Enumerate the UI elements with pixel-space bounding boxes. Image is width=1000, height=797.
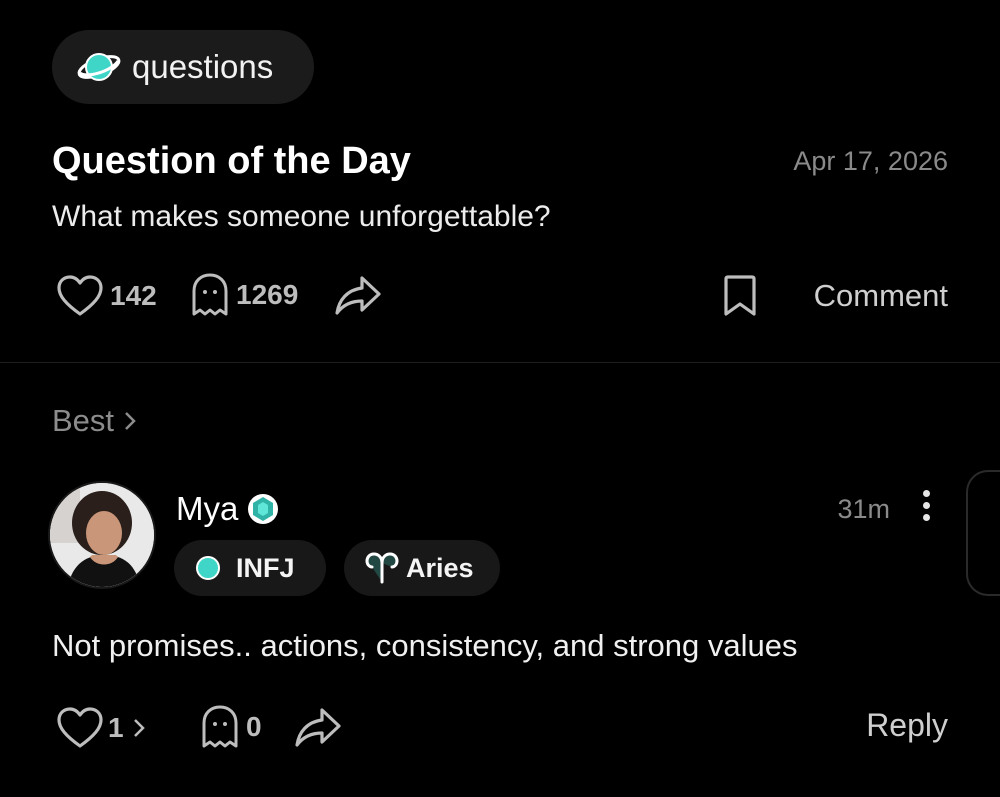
question-like-count: 142 xyxy=(110,280,157,311)
comment-ghost-count: 0 xyxy=(246,711,262,742)
question-ghost-count: 1269 xyxy=(236,279,299,310)
bookmark-button[interactable] xyxy=(720,274,760,323)
sort-best-button[interactable]: Best xyxy=(52,403,136,439)
share-icon xyxy=(295,708,341,747)
comment-like-button[interactable]: 1 xyxy=(56,706,146,750)
edge-panel-handle[interactable] xyxy=(966,470,1000,596)
zodiac-tag[interactable]: Aries xyxy=(344,540,500,596)
avatar-photo xyxy=(50,483,154,587)
question-text: What makes someone unforgettable? xyxy=(52,200,551,233)
question-date: Apr 17, 2026 xyxy=(793,146,948,176)
topic-chip-label: questions xyxy=(132,48,274,85)
comment-share-button[interactable] xyxy=(294,706,342,748)
more-dot xyxy=(922,502,930,509)
post-screen: questions Question of the Day Apr 17, 20… xyxy=(0,0,1000,797)
username-text: Mya xyxy=(176,490,239,527)
heart-icon xyxy=(57,707,103,748)
section-divider xyxy=(0,362,1000,363)
topic-chip[interactable]: questions xyxy=(52,30,314,104)
reply-button[interactable]: Reply xyxy=(866,707,948,744)
question-title: Question of the Day xyxy=(52,140,411,182)
mbti-tag[interactable]: INFJ xyxy=(174,540,326,596)
comment-time: 31m xyxy=(837,494,890,524)
aries-icon xyxy=(365,552,399,584)
planet-icon xyxy=(77,53,121,81)
chevron-right-icon xyxy=(125,412,136,430)
avatar[interactable] xyxy=(50,483,154,587)
bookmark-icon xyxy=(724,275,756,316)
heart-icon xyxy=(57,275,103,316)
ghost-icon xyxy=(202,705,238,748)
mbti-label: INFJ xyxy=(236,552,295,583)
comment-author[interactable]: Mya xyxy=(176,490,280,528)
gem-badge-icon xyxy=(248,494,279,524)
comment-like-count: 1 xyxy=(108,712,124,743)
chevron-right-icon xyxy=(133,719,145,737)
zodiac-label: Aries xyxy=(406,552,474,583)
mbti-dot-icon xyxy=(196,556,220,580)
more-dot xyxy=(922,514,930,521)
sort-label: Best xyxy=(52,403,115,438)
question-share-button[interactable] xyxy=(334,274,382,316)
share-icon xyxy=(335,276,381,315)
question-ghost-button[interactable]: 1269 xyxy=(190,272,298,318)
comment-ghost-button[interactable]: 0 xyxy=(200,704,262,750)
ghost-icon xyxy=(192,273,228,316)
comment-button[interactable]: Comment xyxy=(814,278,948,314)
more-dot xyxy=(922,490,930,497)
comment-text: Not promises.. actions, consistency, and… xyxy=(52,628,798,663)
more-options-button[interactable] xyxy=(918,490,934,526)
question-like-button[interactable]: 142 xyxy=(56,274,157,318)
